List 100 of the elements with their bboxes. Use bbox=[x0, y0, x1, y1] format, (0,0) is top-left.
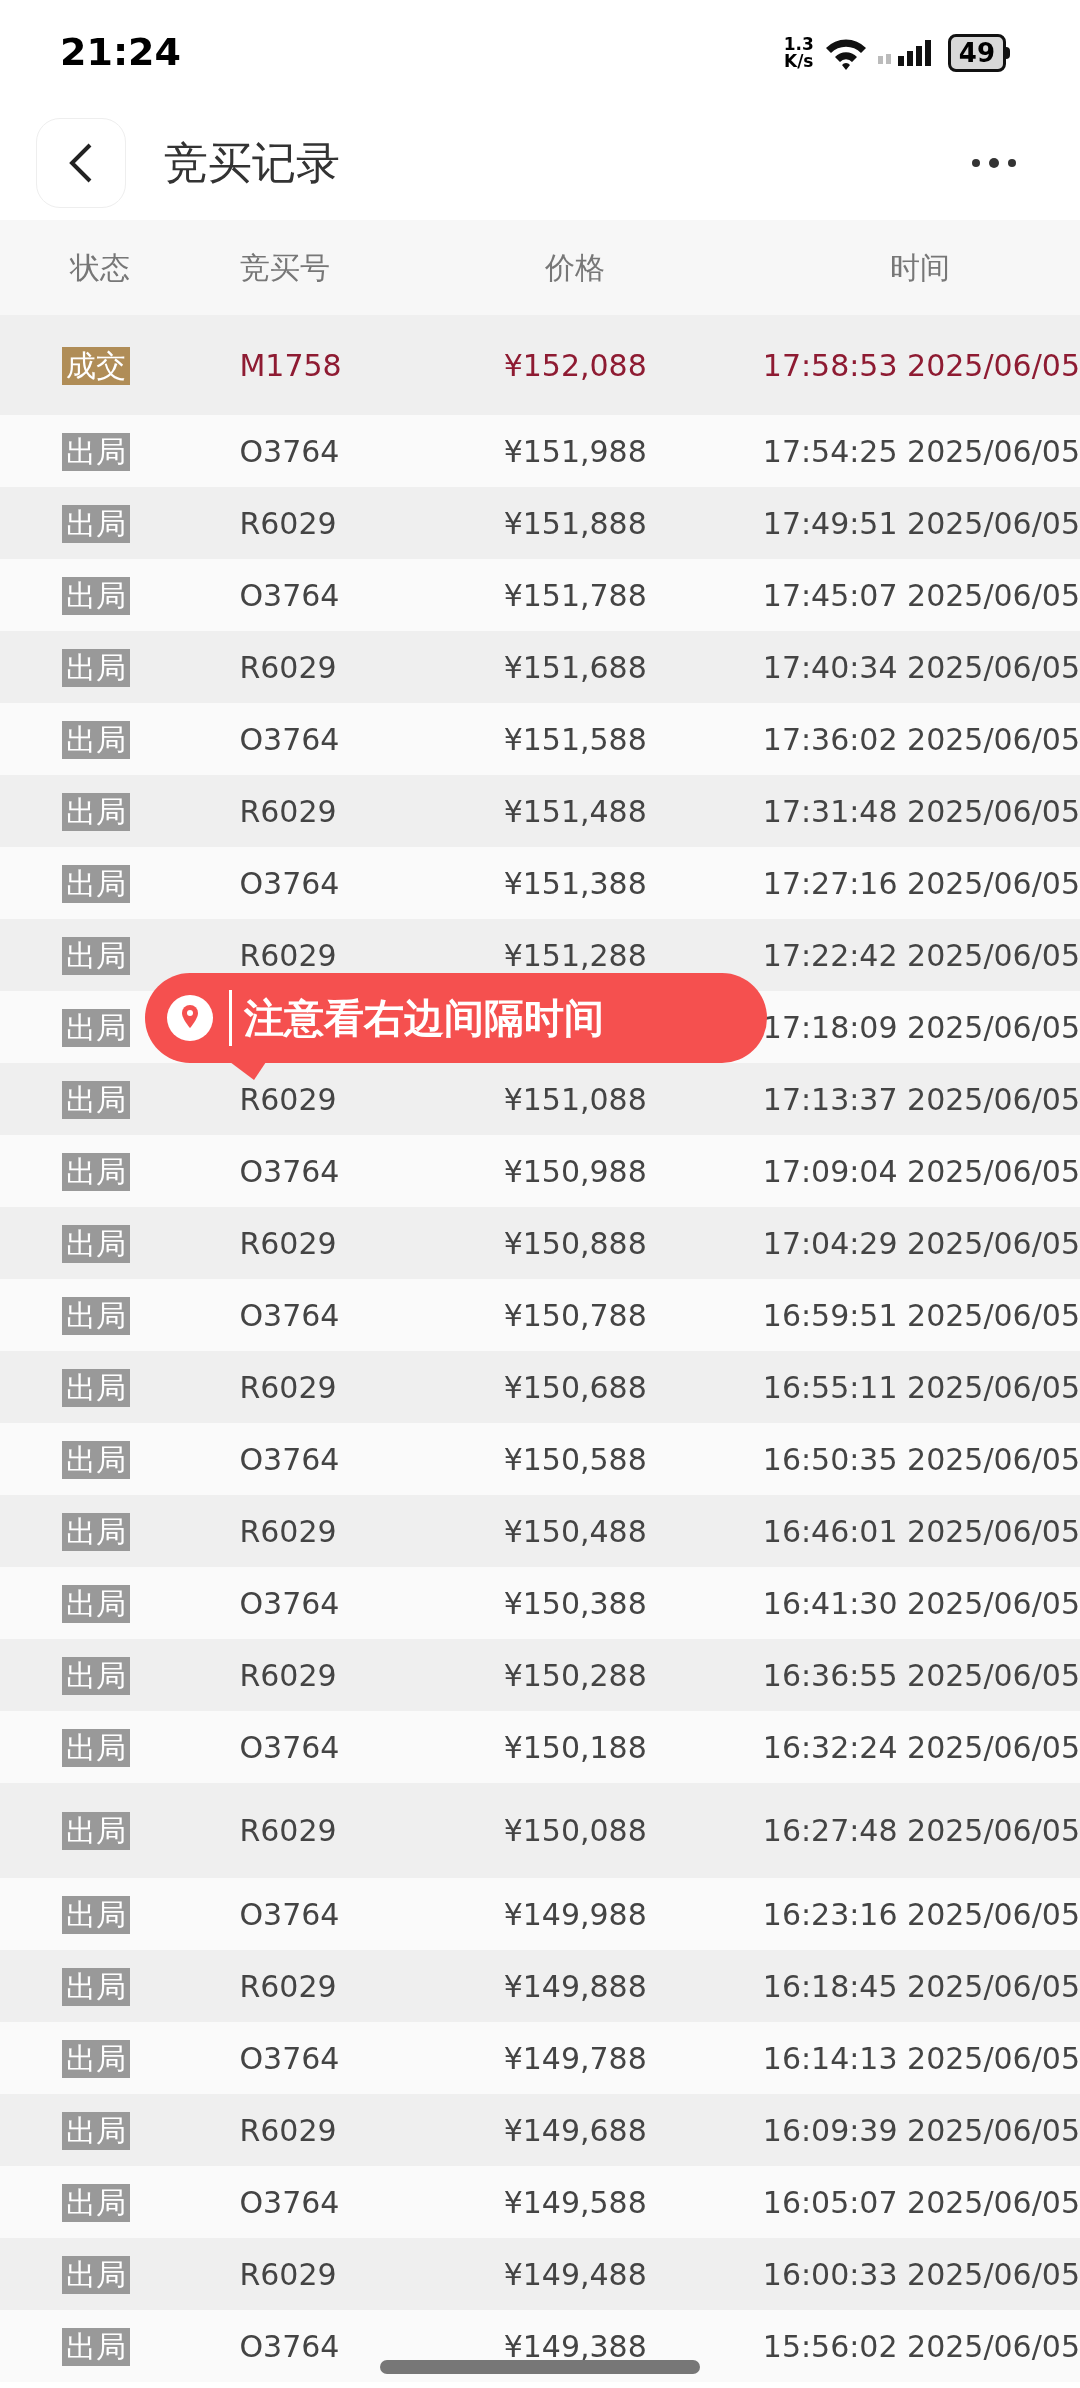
back-icon bbox=[69, 142, 93, 183]
bid-time: 17:04:29 2025/06/05 bbox=[762, 1225, 1080, 1261]
status-badge: 出局 bbox=[62, 1296, 130, 1335]
battery-indicator: 49 bbox=[947, 33, 1006, 72]
price: ¥151,488 bbox=[503, 793, 647, 829]
price: ¥149,888 bbox=[503, 1968, 647, 2004]
price: ¥149,488 bbox=[503, 2256, 647, 2292]
status-badge: 出局 bbox=[62, 2183, 130, 2222]
bidder-id: R6029 bbox=[239, 1369, 337, 1405]
status-badge: 出局 bbox=[62, 648, 130, 687]
status-badge: 出局 bbox=[62, 432, 130, 471]
price: ¥150,988 bbox=[503, 1153, 647, 1189]
bid-time: 16:23:16 2025/06/05 bbox=[762, 1896, 1080, 1932]
price: ¥150,088 bbox=[503, 1813, 647, 1848]
bid-time: 17:45:07 2025/06/05 bbox=[762, 577, 1080, 613]
status-badge: 出局 bbox=[62, 504, 130, 543]
bidder-id: O3764 bbox=[239, 1441, 340, 1477]
speed-value: 1.3 bbox=[783, 35, 814, 53]
bid-time: 16:27:48 2025/06/05 bbox=[762, 1813, 1080, 1848]
status-badge: 出局 bbox=[62, 2327, 130, 2366]
bidder-id: M1758 bbox=[239, 347, 342, 383]
bid-time: 17:18:09 2025/06/05 bbox=[762, 1009, 1080, 1045]
bid-time: 16:46:01 2025/06/05 bbox=[762, 1513, 1080, 1549]
bid-time: 17:40:34 2025/06/05 bbox=[762, 649, 1080, 685]
bid-time: 16:50:35 2025/06/05 bbox=[762, 1441, 1080, 1477]
price: ¥150,488 bbox=[503, 1513, 647, 1549]
column-header: 价格 bbox=[545, 250, 605, 285]
status-badge: 出局 bbox=[62, 1224, 130, 1263]
bid-time: 16:00:33 2025/06/05 bbox=[762, 2256, 1080, 2292]
bidder-id: R6029 bbox=[239, 1081, 337, 1117]
price: ¥150,388 bbox=[503, 1585, 647, 1621]
price: ¥151,888 bbox=[503, 505, 647, 541]
clock: 21:24 bbox=[60, 29, 181, 76]
status-badge: 出局 bbox=[62, 1080, 130, 1119]
bid-time: 16:09:39 2025/06/05 bbox=[762, 2112, 1080, 2148]
price: ¥149,388 bbox=[503, 2328, 647, 2364]
status-badge: 出局 bbox=[62, 576, 130, 615]
column-header: 时间 bbox=[890, 250, 950, 285]
status-badge: 出局 bbox=[62, 720, 130, 759]
bidder-id: R6029 bbox=[239, 2256, 337, 2292]
status-badge: 出局 bbox=[62, 792, 130, 831]
bidder-id: R6029 bbox=[239, 793, 337, 829]
bidder-id: O3764 bbox=[239, 2040, 340, 2076]
bid-time: 16:59:51 2025/06/05 bbox=[762, 1297, 1080, 1333]
price: ¥151,688 bbox=[503, 649, 647, 685]
bidder-id: O3764 bbox=[239, 1896, 340, 1932]
status-badge: 出局 bbox=[62, 864, 130, 903]
bidder-id: O3764 bbox=[239, 433, 340, 469]
bid-time: 17:31:48 2025/06/05 bbox=[762, 793, 1080, 829]
bid-time: 17:09:04 2025/06/05 bbox=[762, 1153, 1080, 1189]
price: ¥150,588 bbox=[503, 1441, 647, 1477]
status-badge: 出局 bbox=[62, 1512, 130, 1551]
price: ¥150,688 bbox=[503, 1369, 647, 1405]
bid-time: 16:05:07 2025/06/05 bbox=[762, 2184, 1080, 2220]
status-badge: 出局 bbox=[62, 1368, 130, 1407]
column-header: 状态 bbox=[70, 250, 130, 285]
bidder-id: R6029 bbox=[239, 1513, 337, 1549]
bid-time: 16:55:11 2025/06/05 bbox=[762, 1369, 1080, 1405]
bidder-id: R6029 bbox=[239, 1813, 337, 1848]
bidder-id: R6029 bbox=[239, 1225, 337, 1261]
bidder-id: R6029 bbox=[239, 1657, 337, 1693]
status-badge: 出局 bbox=[62, 2111, 130, 2150]
status-badge: 出局 bbox=[62, 2255, 130, 2294]
status-badge: 出局 bbox=[62, 2039, 130, 2078]
bid-time: 17:27:16 2025/06/05 bbox=[762, 865, 1080, 901]
bidder-id: R6029 bbox=[239, 2112, 337, 2148]
status-badge: 出局 bbox=[62, 1008, 130, 1047]
bidder-id: O3764 bbox=[239, 721, 340, 757]
price: ¥151,788 bbox=[503, 577, 647, 613]
bid-time: 17:13:37 2025/06/05 bbox=[762, 1081, 1080, 1117]
bidder-id: O3764 bbox=[239, 1153, 340, 1189]
bidder-id: O3764 bbox=[239, 1585, 340, 1621]
bidder-id: R6029 bbox=[239, 937, 337, 973]
bid-time: 17:49:51 2025/06/05 bbox=[762, 505, 1080, 541]
bidder-id: O3764 bbox=[239, 1297, 340, 1333]
bidder-id: R6029 bbox=[239, 649, 337, 685]
bid-time: 17:22:42 2025/06/05 bbox=[762, 937, 1080, 973]
price: ¥149,588 bbox=[503, 2184, 647, 2220]
price: ¥151,588 bbox=[503, 721, 647, 757]
status-badge: 出局 bbox=[62, 936, 130, 975]
back-button[interactable] bbox=[36, 117, 126, 208]
bid-time: 15:56:02 2025/06/05 bbox=[762, 2328, 1080, 2364]
bid-time: 17:58:53 2025/06/05 bbox=[762, 347, 1080, 383]
bid-time: 16:41:30 2025/06/05 bbox=[762, 1585, 1080, 1621]
status-badge: 出局 bbox=[62, 1152, 130, 1191]
bid-time: 16:36:55 2025/06/05 bbox=[762, 1657, 1080, 1693]
status-badge: 出局 bbox=[62, 1967, 130, 2006]
speed-unit: K/s bbox=[784, 52, 814, 70]
bidder-id: O3764 bbox=[239, 2328, 340, 2364]
price: ¥151,988 bbox=[503, 433, 647, 469]
bid-time: 16:32:24 2025/06/05 bbox=[762, 1729, 1080, 1765]
price: ¥149,988 bbox=[503, 1896, 647, 1932]
bid-time: 17:54:25 2025/06/05 bbox=[762, 433, 1080, 469]
price: ¥149,688 bbox=[503, 2112, 647, 2148]
status-badge: 出局 bbox=[62, 1440, 130, 1479]
bidder-id: O3764 bbox=[239, 1729, 340, 1765]
page-title: 竞买记录 bbox=[164, 135, 340, 190]
price: ¥151,088 bbox=[503, 1081, 647, 1117]
price: ¥150,888 bbox=[503, 1225, 647, 1261]
status-badge: 成交 bbox=[62, 346, 130, 385]
